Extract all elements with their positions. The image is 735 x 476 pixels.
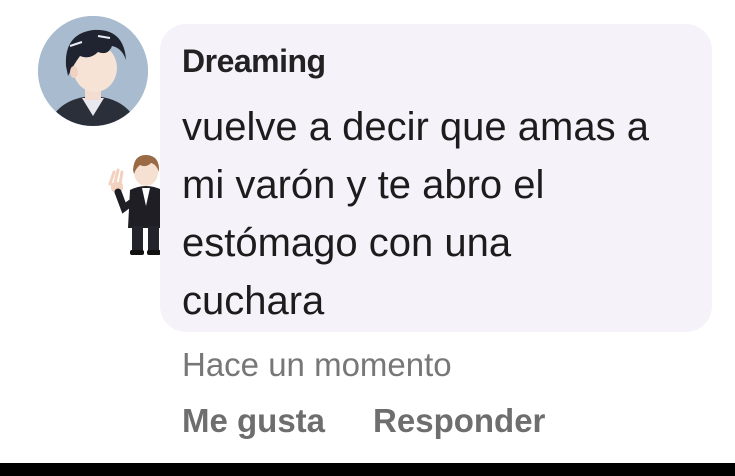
like-button[interactable]: Me gusta (182, 402, 325, 440)
comment-screen: Dreaming vuelve a decir que amas a mi va… (0, 0, 735, 476)
bottom-bar (0, 463, 735, 476)
reply-button[interactable]: Responder (373, 402, 545, 440)
avatar-illustration (38, 16, 148, 126)
comment-actions: Me gusta Responder (182, 402, 545, 440)
comment-timestamp: Hace un momento (182, 346, 452, 383)
comment-text: vuelve a decir que amas a mi varón y te … (182, 105, 649, 323)
avatar[interactable] (38, 16, 148, 126)
comment-author-name[interactable]: Dreaming (182, 43, 326, 80)
